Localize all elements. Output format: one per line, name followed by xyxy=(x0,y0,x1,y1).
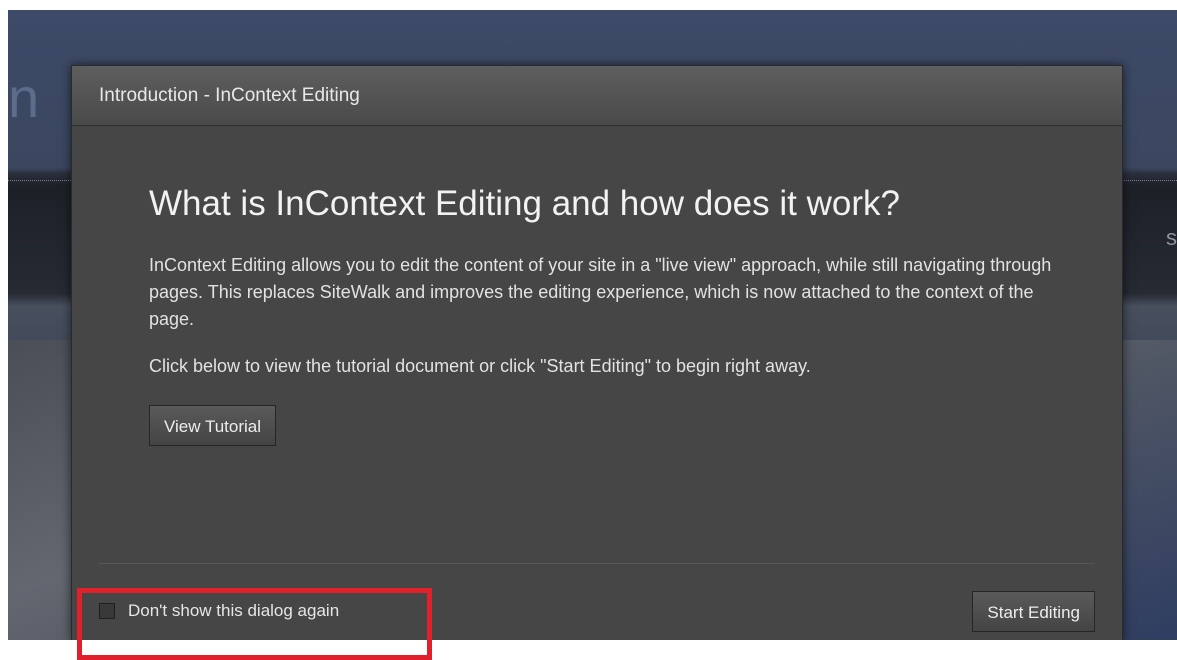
intro-dialog: Introduction - InContext Editing What is… xyxy=(71,65,1123,640)
start-editing-button[interactable]: Start Editing xyxy=(972,591,1095,632)
dialog-header: Introduction - InContext Editing xyxy=(72,66,1122,126)
footer-divider xyxy=(99,563,1095,564)
dont-show-again-option[interactable]: Don't show this dialog again xyxy=(99,601,339,621)
dialog-description: InContext Editing allows you to edit the… xyxy=(149,255,1052,329)
background-text-fragment-right: s xyxy=(1166,225,1177,250)
dialog-heading: What is InContext Editing and how does i… xyxy=(149,184,900,223)
view-tutorial-button[interactable]: View Tutorial xyxy=(149,405,277,446)
dialog-instructions: Click below to view the tutorial documen… xyxy=(149,356,811,376)
dialog-title: Introduction - InContext Editing xyxy=(99,84,360,106)
background-text-fragment: n xyxy=(8,66,40,129)
background-page: n s Introduction - InContext Editing Wha… xyxy=(8,10,1177,640)
dont-show-again-checkbox[interactable] xyxy=(99,603,115,619)
dialog-body: What is InContext Editing and how does i… xyxy=(72,184,1122,446)
dont-show-again-label[interactable]: Don't show this dialog again xyxy=(128,601,339,621)
